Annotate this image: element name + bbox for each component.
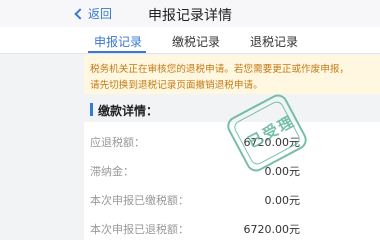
detail-row-tax-paid: 本次申报已缴税额： 0.00元: [84, 186, 380, 211]
detail-value: 0.00元: [264, 194, 301, 207]
tab-bar: 申报记录 缴税记录 退税记录: [0, 27, 380, 54]
detail-row-tax-refunded: 本次申报已退税额： 6720.00元: [84, 215, 380, 240]
payment-details-list: 应退税额： 6720.00元 滞纳金： 0.00元 本次申报已缴税额： 0.00…: [84, 122, 380, 240]
notice-line-2: 请先切换到退税记录页面撤销退税申请。: [90, 80, 263, 91]
page-title: 申报记录详情: [148, 8, 232, 24]
detail-label: 本次申报已缴税额：: [90, 194, 189, 207]
active-tab-indicator: [88, 51, 146, 53]
nav-bar: 返回 申报记录详情: [0, 0, 380, 27]
section-accent-bar: [90, 103, 93, 116]
detail-label: 应退税额：: [90, 136, 145, 149]
detail-label: 本次申报已退税额：: [90, 223, 189, 236]
section-title: 缴款详情：: [98, 104, 159, 118]
notice-banner: 税务机关正在审核您的退税申请。若您需要更正或作废申报， 请先切换到退税记录页面撤…: [84, 55, 380, 94]
detail-row-late-fee: 滞纳金： 0.00元: [84, 157, 380, 182]
tab-tax-payment-records[interactable]: 缴税记录: [156, 33, 236, 50]
tab-tax-refund-records[interactable]: 退税记录: [234, 33, 314, 50]
tab-declaration-records[interactable]: 申报记录: [78, 33, 158, 50]
detail-label: 滞纳金：: [90, 165, 134, 178]
notice-line-1: 税务机关正在审核您的退税申请。若您需要更正或作废申报，: [90, 64, 350, 75]
detail-value: 6720.00元: [243, 223, 301, 236]
